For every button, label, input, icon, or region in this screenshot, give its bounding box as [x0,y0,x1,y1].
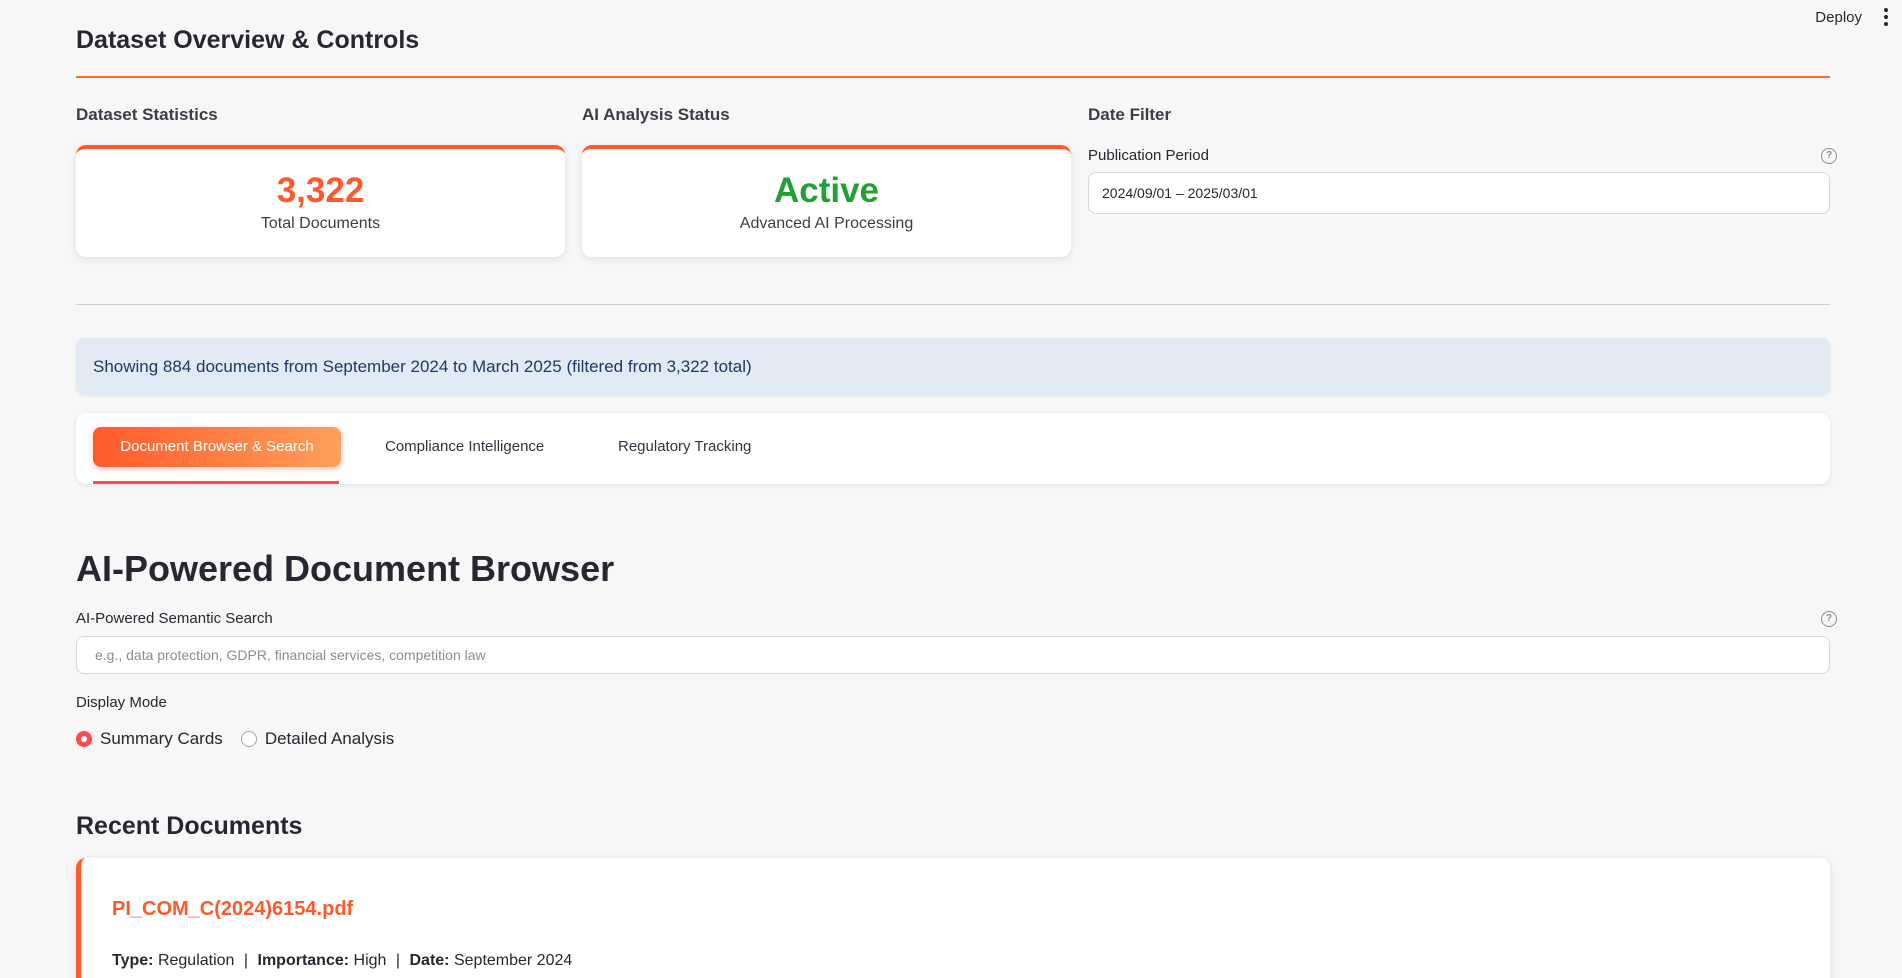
tabs-panel: Document Browser & Search Compliance Int… [76,413,1830,484]
document-importance: High [353,952,387,969]
tab-regulatory-tracking[interactable]: Regulatory Tracking [618,427,751,467]
document-card[interactable]: PI_COM_C(2024)6154.pdf Type: Regulation … [76,858,1830,978]
date-label: Date: [409,952,450,969]
display-mode-radio-group: Summary Cards Detailed Analysis [76,729,394,749]
meta-separator: | [395,952,401,969]
ai-status-card: Active Advanced AI Processing [582,145,1071,257]
tab-compliance-intelligence[interactable]: Compliance Intelligence [385,427,544,467]
kebab-menu-icon[interactable] [1884,8,1888,26]
ai-status-value: Active [773,171,880,210]
deploy-button[interactable]: Deploy [1815,9,1862,26]
semantic-search-input[interactable] [76,636,1830,674]
date-filter-heading: Date Filter [1088,105,1172,124]
radio-detailed-analysis[interactable]: Detailed Analysis [240,729,395,749]
type-label: Type: [112,952,154,969]
meta-separator: | [243,952,249,969]
help-icon[interactable]: ? [1821,148,1837,164]
document-type: Regulation [157,952,235,969]
radio-summary-cards[interactable]: Summary Cards [76,729,223,749]
top-toolbar: Deploy [1815,0,1902,34]
page-title: Dataset Overview & Controls [76,26,420,54]
ai-status-label: Advanced AI Processing [739,215,914,232]
total-documents-value: 3,322 [276,171,365,210]
active-tab-underline [93,481,339,484]
ai-status-heading: AI Analysis Status [582,105,730,124]
radio-detailed-analysis-label: Detailed Analysis [264,729,395,748]
document-name[interactable]: PI_COM_C(2024)6154.pdf [112,898,353,921]
display-mode-label: Display Mode [76,694,167,711]
radio-summary-cards-label: Summary Cards [100,729,223,748]
recent-documents-title: Recent Documents [76,812,303,840]
semantic-search-label: AI-Powered Semantic Search [76,610,273,627]
dataset-statistics-heading: Dataset Statistics [76,105,218,124]
document-date: September 2024 [453,952,573,969]
radio-unselected-icon [240,731,257,747]
document-meta: Type: Regulation | Importance: High | Da… [112,952,572,970]
importance-label: Importance: [257,952,350,969]
help-icon[interactable]: ? [1821,611,1837,627]
radio-selected-icon [76,731,92,747]
publication-period-label: Publication Period [1088,147,1209,164]
document-browser-title: AI-Powered Document Browser [76,548,615,589]
info-banner: Showing 884 documents from September 202… [76,338,1830,395]
publication-period-input[interactable]: 2024/09/01 – 2025/03/01 [1088,172,1830,214]
title-divider [76,76,1830,78]
total-documents-label: Total Documents [260,215,381,232]
section-divider [76,304,1830,305]
tab-document-browser[interactable]: Document Browser & Search [93,427,341,467]
total-documents-card: 3,322 Total Documents [76,145,565,257]
